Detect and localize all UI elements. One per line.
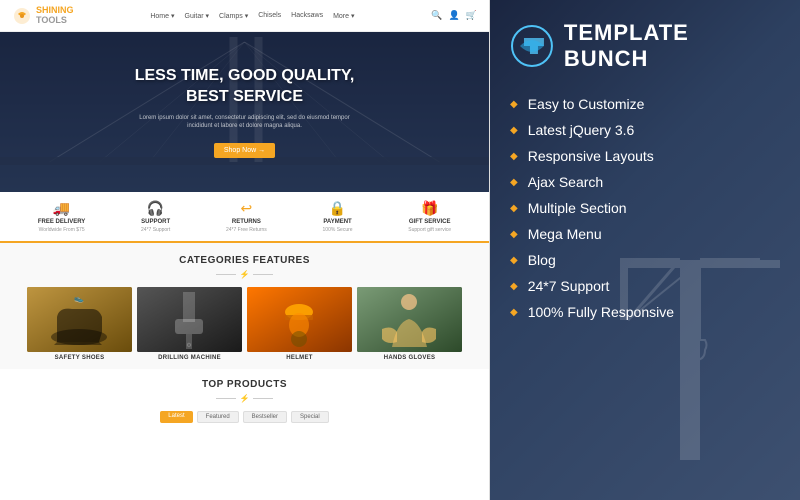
support-icon: 🎧 (147, 200, 164, 217)
shop-now-button[interactable]: Shop Now → (214, 143, 275, 158)
delivery-icon: 🚚 (53, 200, 70, 217)
feature-multiple-section: ◆ Multiple Section (510, 200, 780, 216)
feature-gift: 🎁 GIFT SERVICE Support gift service (408, 200, 451, 233)
diamond-icon-9: ◆ (510, 307, 518, 318)
category-gloves-image (357, 287, 462, 352)
templatebunch-logo (510, 24, 554, 68)
diamond-icon-1: ◆ (510, 99, 518, 110)
category-helmet[interactable]: HELMET (247, 287, 352, 361)
category-shoes[interactable]: 👟 SAFETY SHOES (27, 287, 132, 361)
tab-latest[interactable]: Latest (160, 411, 192, 423)
categories-grid: 👟 SAFETY SHOES (10, 287, 479, 361)
tab-special[interactable]: Special (291, 411, 329, 423)
products-divider-bolt: ⚡ (240, 394, 250, 403)
right-panel: TEMPLATE BUNCH ◆ Easy to Customize ◆ Lat… (490, 0, 800, 500)
divider-right (253, 274, 273, 275)
diamond-icon-5: ◆ (510, 203, 518, 214)
category-drilling-label: DRILLING MACHINE (137, 355, 242, 361)
feature-returns: ↩ RETURNS 24*7 Free Returns (226, 200, 267, 233)
tab-bestseller[interactable]: Bestseller (243, 411, 287, 423)
hero-content: LESS TIME, GOOD QUALITY, BEST SERVICE Lo… (135, 66, 355, 157)
search-icon[interactable]: 🔍 (431, 10, 442, 21)
svg-text:👟: 👟 (74, 294, 84, 303)
account-icon[interactable]: 👤 (449, 10, 460, 21)
diamond-icon-2: ◆ (510, 125, 518, 136)
logo-text: SHINING TOOLS (36, 6, 74, 26)
features-list: ◆ Easy to Customize ◆ Latest jQuery 3.6 … (510, 96, 780, 320)
helmet-svg (247, 287, 352, 352)
brand-header: TEMPLATE BUNCH (510, 20, 780, 72)
tab-featured[interactable]: Featured (197, 411, 239, 423)
diamond-icon-7: ◆ (510, 255, 518, 266)
category-drilling[interactable]: ⚙ DRILLING MACHINE (137, 287, 242, 361)
main-nav: Home ▾ Guitar ▾ Clamps ▾ Chisels Hacksaw… (150, 12, 354, 20)
site-logo: SHINING TOOLS (12, 6, 74, 26)
nav-hacksaws[interactable]: Hacksaws (291, 12, 323, 19)
category-helmet-image (247, 287, 352, 352)
diamond-icon-8: ◆ (510, 281, 518, 292)
section-divider: ⚡ (10, 270, 479, 279)
feature-ajax: ◆ Ajax Search (510, 174, 780, 190)
feature-delivery: 🚚 FREE DELIVERY Worldwide From $75 (38, 200, 85, 233)
feature-jquery: ◆ Latest jQuery 3.6 (510, 122, 780, 138)
nav-home[interactable]: Home ▾ (150, 12, 174, 20)
nav-guitar[interactable]: Guitar ▾ (185, 12, 210, 20)
categories-title: CATEGORIES FEATURES (10, 255, 479, 266)
brand-name: TEMPLATE BUNCH (564, 20, 780, 72)
divider-bolt-icon: ⚡ (240, 270, 250, 279)
category-drilling-image: ⚙ (137, 287, 242, 352)
nav-clamps[interactable]: Clamps ▾ (219, 12, 248, 20)
products-divider: ⚡ (10, 394, 479, 403)
feature-247-support: ◆ 24*7 Support (510, 278, 780, 294)
feature-payment: 🔒 PAYMENT 100% Secure (323, 200, 353, 233)
feature-mega-menu: ◆ Mega Menu (510, 226, 780, 242)
feature-fully-responsive: ◆ 100% Fully Responsive (510, 304, 780, 320)
returns-icon: ↩ (241, 200, 253, 217)
svg-text:⚙: ⚙ (186, 342, 191, 349)
nav-chisels[interactable]: Chisels (258, 12, 281, 19)
category-gloves-label: HANDS GLOVES (357, 355, 462, 361)
divider-left (216, 274, 236, 275)
cart-icon[interactable]: 🛒 (466, 10, 477, 21)
diamond-icon-3: ◆ (510, 151, 518, 162)
diamond-icon-4: ◆ (510, 177, 518, 188)
category-helmet-label: HELMET (247, 355, 352, 361)
website-preview: SHINING TOOLS Home ▾ Guitar ▾ Clamps ▾ C… (0, 0, 490, 500)
hero-subtitle: Lorem ipsum dolor sit amet, consectetur … (135, 114, 355, 131)
products-tabs: Latest Featured Bestseller Special (10, 411, 479, 423)
category-shoes-image: 👟 (27, 287, 132, 352)
site-header: SHINING TOOLS Home ▾ Guitar ▾ Clamps ▾ C… (0, 0, 489, 32)
header-icons: 🔍 👤 🛒 (431, 10, 477, 21)
diamond-icon-6: ◆ (510, 229, 518, 240)
gift-icon: 🎁 (421, 200, 438, 217)
category-gloves[interactable]: HANDS GLOVES (357, 287, 462, 361)
categories-section: CATEGORIES FEATURES ⚡ (0, 243, 489, 369)
feature-support: 🎧 SUPPORT 24*7 Support (141, 200, 170, 233)
shoes-svg: 👟 (27, 287, 132, 352)
feature-bar: 🚚 FREE DELIVERY Worldwide From $75 🎧 SUP… (0, 192, 489, 243)
top-products-section: TOP PRODUCTS ⚡ Latest Featured Bestselle… (0, 369, 489, 431)
drilling-svg: ⚙ (137, 287, 242, 352)
feature-blog: ◆ Blog (510, 252, 780, 268)
products-divider-right (253, 398, 273, 399)
gloves-svg (357, 287, 462, 352)
nav-more[interactable]: More ▾ (333, 12, 354, 20)
right-content: TEMPLATE BUNCH ◆ Easy to Customize ◆ Lat… (490, 0, 800, 340)
products-divider-left (216, 398, 236, 399)
payment-icon: 🔒 (329, 200, 346, 217)
top-products-title: TOP PRODUCTS (10, 379, 479, 390)
feature-easy-customize: ◆ Easy to Customize (510, 96, 780, 112)
feature-responsive: ◆ Responsive Layouts (510, 148, 780, 164)
category-shoes-label: SAFETY SHOES (27, 355, 132, 361)
hero-title: LESS TIME, GOOD QUALITY, BEST SERVICE (135, 66, 355, 108)
logo-icon (12, 6, 32, 26)
hero-section: LESS TIME, GOOD QUALITY, BEST SERVICE Lo… (0, 32, 489, 192)
